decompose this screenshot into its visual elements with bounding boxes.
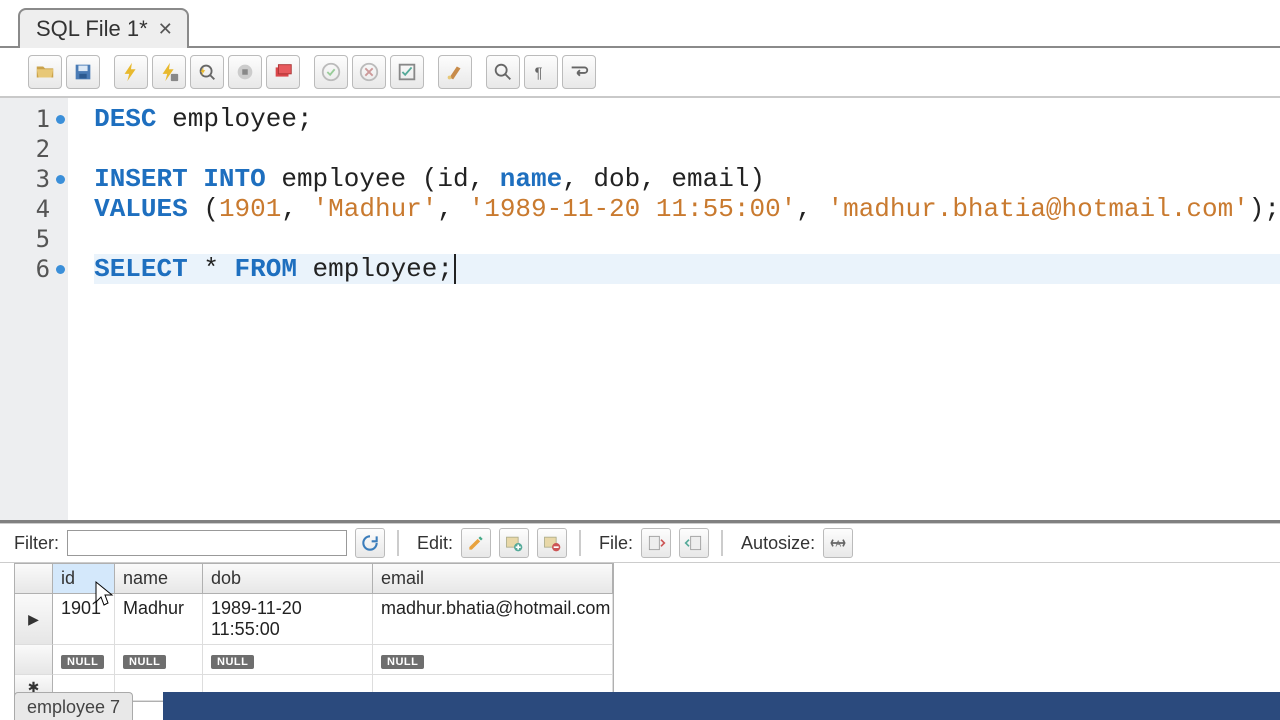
- code-line[interactable]: VALUES (1901, 'Madhur', '1989-11-20 11:5…: [94, 194, 1280, 224]
- line-number: 6: [0, 254, 68, 284]
- cell[interactable]: 1989-11-20 11:55:00: [203, 594, 373, 645]
- invisible-chars-button[interactable]: ¶: [524, 55, 558, 89]
- autosize-button[interactable]: A: [823, 528, 853, 558]
- edit-label: Edit:: [417, 533, 453, 554]
- result-grid[interactable]: id name dob email ▶1901Madhur1989-11-20 …: [14, 563, 614, 702]
- row-selector[interactable]: [15, 645, 53, 675]
- row-selector[interactable]: ▶: [15, 594, 53, 645]
- cell[interactable]: madhur.bhatia@hotmail.com: [373, 594, 613, 645]
- cell[interactable]: 1901: [53, 594, 115, 645]
- code-line[interactable]: SELECT * FROM employee;: [94, 254, 1280, 284]
- svg-text:¶: ¶: [535, 66, 543, 82]
- line-number: 2: [0, 134, 68, 164]
- result-tab[interactable]: employee 7: [14, 692, 133, 720]
- code-area[interactable]: DESC employee; INSERT INTO employee (id,…: [68, 98, 1280, 520]
- stop-button[interactable]: [228, 55, 262, 89]
- code-line[interactable]: DESC employee;: [94, 104, 1280, 134]
- open-file-button[interactable]: [28, 55, 62, 89]
- row-selector-header[interactable]: [15, 564, 53, 594]
- tab-title: SQL File 1*: [36, 16, 148, 42]
- wrap-button[interactable]: [562, 55, 596, 89]
- autosize-label: Autosize:: [741, 533, 815, 554]
- editor-toolbar: ¶: [0, 48, 1280, 98]
- filter-label: Filter:: [14, 533, 59, 554]
- line-number: 4: [0, 194, 68, 224]
- cell[interactable]: NULL: [115, 645, 203, 675]
- autocommit-button[interactable]: [390, 55, 424, 89]
- line-number: 3: [0, 164, 68, 194]
- file-tab[interactable]: SQL File 1* ✕: [18, 8, 189, 48]
- line-number: 5: [0, 224, 68, 254]
- column-header-id[interactable]: id: [53, 564, 115, 594]
- import-button[interactable]: [679, 528, 709, 558]
- results-toolbar: Filter: Edit: File: Autosize: A: [0, 523, 1280, 563]
- status-fill: [163, 692, 1280, 720]
- execute-button[interactable]: [114, 55, 148, 89]
- line-gutter: 123456: [0, 98, 68, 520]
- status-bar: employee 7: [0, 692, 1280, 720]
- add-row-button[interactable]: [499, 528, 529, 558]
- file-label: File:: [599, 533, 633, 554]
- save-file-button[interactable]: [66, 55, 100, 89]
- column-header-email[interactable]: email: [373, 564, 613, 594]
- delete-row-button[interactable]: [537, 528, 567, 558]
- cell[interactable]: NULL: [53, 645, 115, 675]
- table-row[interactable]: NULLNULLNULLNULL: [15, 645, 613, 675]
- code-line[interactable]: INSERT INTO employee (id, name, dob, ema…: [94, 164, 1280, 194]
- export-button[interactable]: [641, 528, 671, 558]
- code-line[interactable]: [94, 224, 1280, 254]
- cell[interactable]: NULL: [203, 645, 373, 675]
- filter-input[interactable]: [67, 530, 347, 556]
- code-line[interactable]: [94, 134, 1280, 164]
- cell[interactable]: Madhur: [115, 594, 203, 645]
- stop-all-button[interactable]: [266, 55, 300, 89]
- commit-button[interactable]: [314, 55, 348, 89]
- cell[interactable]: NULL: [373, 645, 613, 675]
- execute-current-button[interactable]: [152, 55, 186, 89]
- rollback-button[interactable]: [352, 55, 386, 89]
- tab-bar: SQL File 1* ✕: [0, 0, 1280, 48]
- grid-header: id name dob email: [15, 564, 613, 594]
- line-number: 1: [0, 104, 68, 134]
- refresh-button[interactable]: [355, 528, 385, 558]
- find-button[interactable]: [486, 55, 520, 89]
- table-row[interactable]: ▶1901Madhur1989-11-20 11:55:00madhur.bha…: [15, 594, 613, 645]
- explain-button[interactable]: [190, 55, 224, 89]
- svg-text:A: A: [836, 538, 842, 548]
- beautify-button[interactable]: [438, 55, 472, 89]
- close-icon[interactable]: ✕: [158, 19, 173, 40]
- edit-row-button[interactable]: [461, 528, 491, 558]
- column-header-dob[interactable]: dob: [203, 564, 373, 594]
- sql-editor[interactable]: 123456 DESC employee; INSERT INTO employ…: [0, 98, 1280, 520]
- column-header-name[interactable]: name: [115, 564, 203, 594]
